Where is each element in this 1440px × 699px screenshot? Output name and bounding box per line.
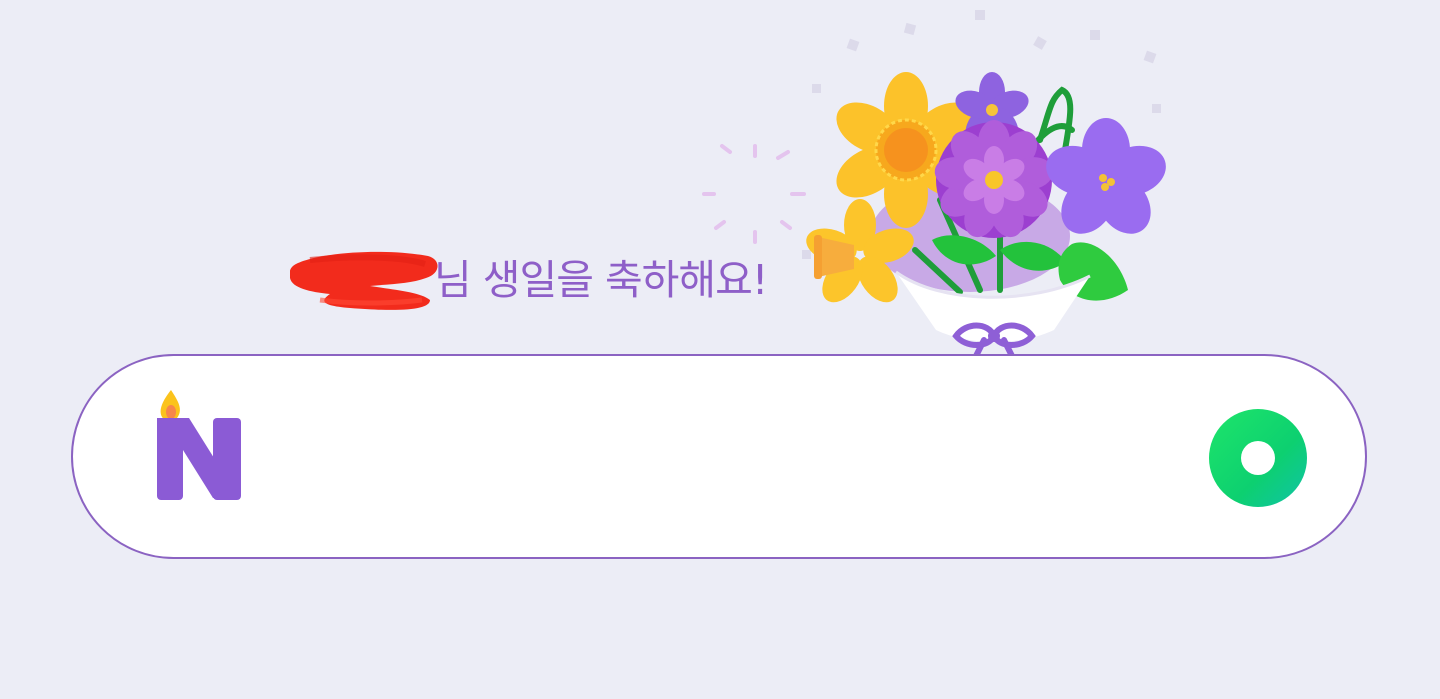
birthday-greeting: 님 생일을 축하해요! (290, 248, 768, 312)
search-bar[interactable] (71, 354, 1367, 559)
flower-bouquet-icon (700, 0, 1180, 360)
redacted-name (290, 250, 440, 310)
birthday-candle-n-icon[interactable] (155, 386, 247, 504)
green-ring-lens-icon[interactable] (1206, 406, 1310, 510)
search-input[interactable] (283, 406, 1187, 508)
